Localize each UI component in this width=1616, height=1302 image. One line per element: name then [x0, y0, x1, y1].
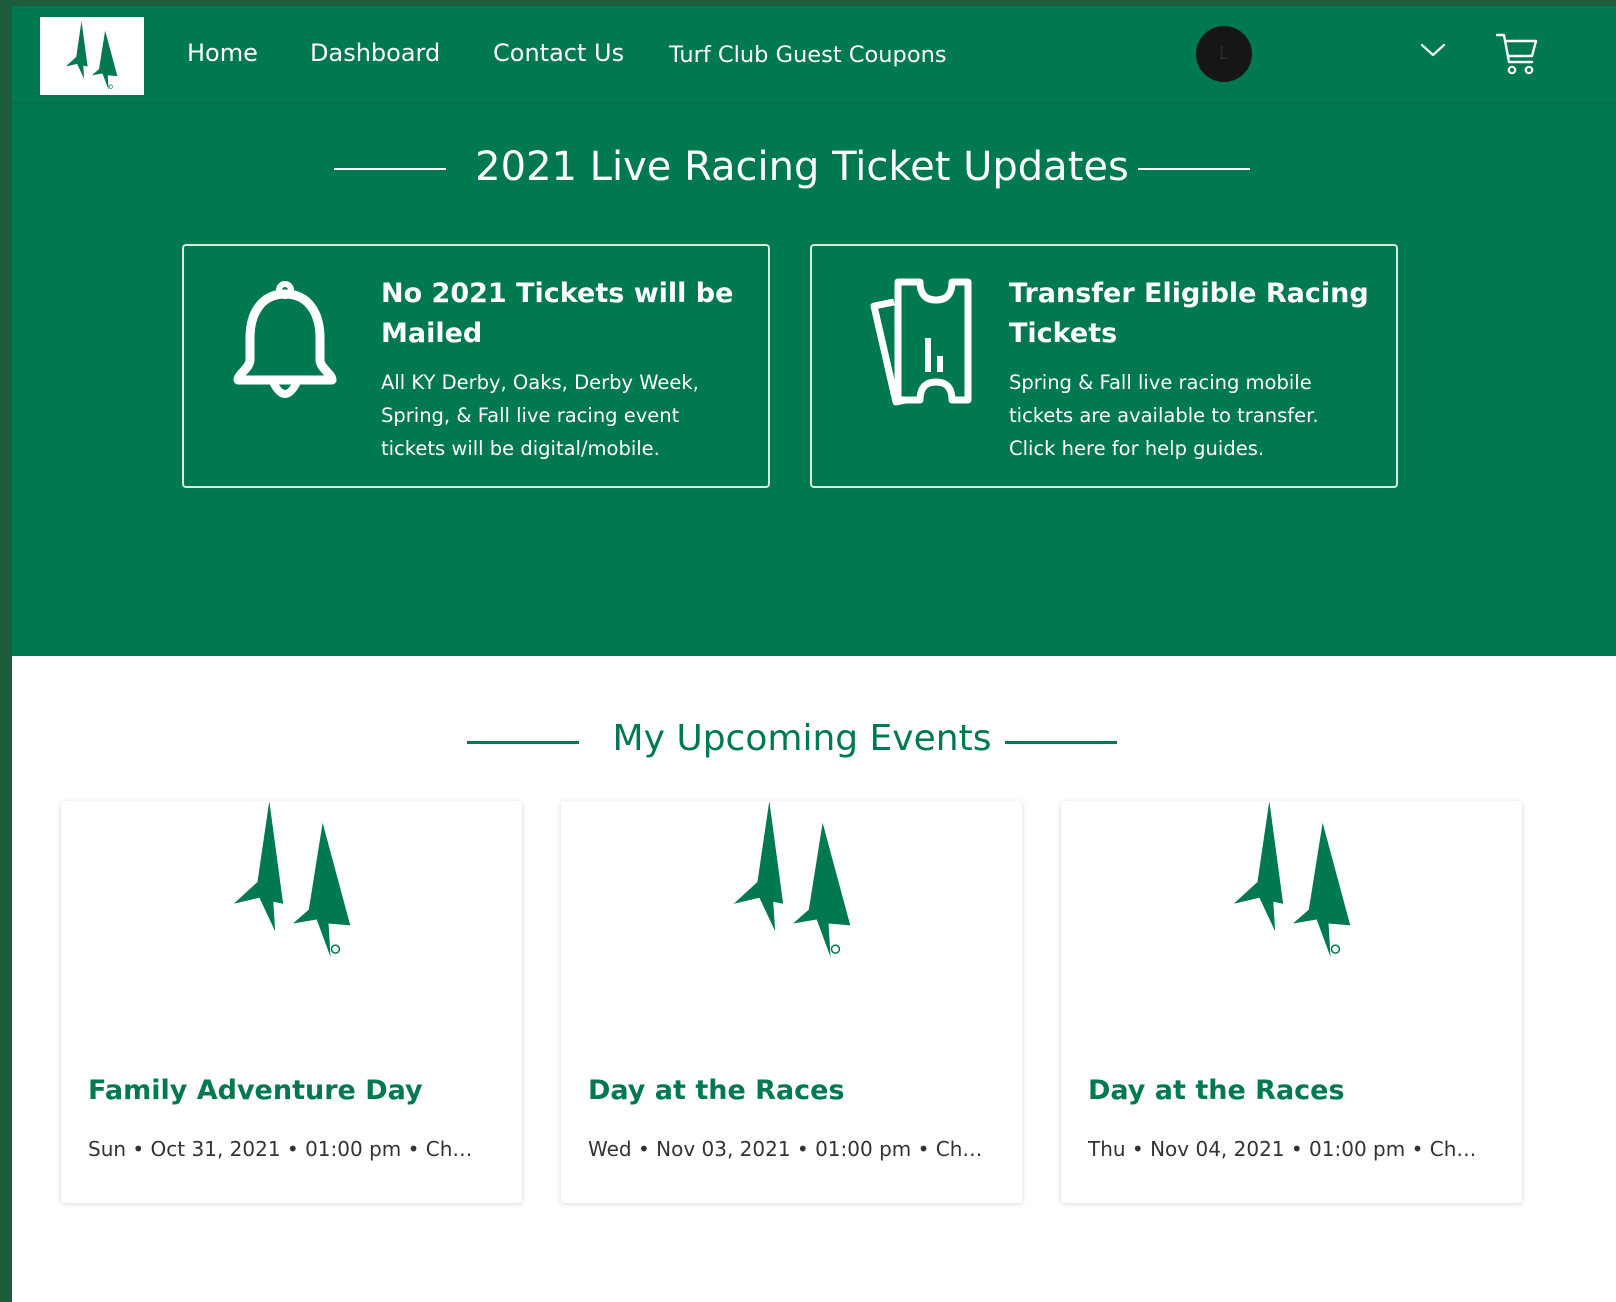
event-date-venue: Thu • Nov 04, 2021 • 01:00 pm • Churchil…: [1088, 1137, 1484, 1161]
cart-icon[interactable]: [1496, 32, 1538, 76]
event-title: Family Adventure Day: [88, 1075, 423, 1106]
no-mailed-tickets-card[interactable]: No 2021 Tickets will be Mailed All KY De…: [182, 244, 770, 488]
user-avatar[interactable]: L: [1196, 26, 1252, 82]
title-divider-right: [1138, 168, 1250, 170]
nav-turf-club-guest-coupons[interactable]: Turf Club Guest Coupons: [669, 40, 947, 70]
transfer-tickets-card[interactable]: Transfer Eligible Racing Tickets Spring …: [810, 244, 1398, 488]
nav-dashboard[interactable]: Dashboard: [310, 38, 440, 68]
chevron-down-icon[interactable]: [1420, 42, 1446, 58]
ticket-updates-section: 2021 Live Racing Ticket Updates No 2021 …: [12, 104, 1616, 656]
home-logo-link[interactable]: [40, 17, 144, 95]
ticket-updates-title: 2021 Live Racing Ticket Updates: [475, 144, 1129, 190]
ticket-icon: [870, 278, 972, 406]
twin-spires-logo: [65, 21, 118, 91]
nav-contact-us[interactable]: Contact Us: [493, 38, 624, 68]
event-card[interactable]: Day at the Races Thu • Nov 04, 2021 • 01…: [1061, 801, 1522, 1203]
bell-icon: [233, 281, 337, 398]
card-text: All KY Derby, Oaks, Derby Week, Spring, …: [381, 371, 699, 460]
top-navbar: Home Dashboard Contact Us Turf Club Gues…: [12, 6, 1616, 104]
twin-spires-logo: [233, 801, 351, 958]
nav-home[interactable]: Home: [187, 38, 258, 68]
twin-spires-logo: [1233, 801, 1351, 958]
card-title: Transfer Eligible Racing Tickets: [1009, 278, 1369, 349]
page: Home Dashboard Contact Us Turf Club Gues…: [12, 6, 1616, 1302]
event-title: Day at the Races: [588, 1075, 845, 1106]
event-date-venue: Sun • Oct 31, 2021 • 01:00 pm • Churchil…: [88, 1137, 484, 1161]
upcoming-divider-right: [1005, 741, 1117, 744]
upcoming-events-title: My Upcoming Events: [612, 718, 992, 759]
card-text: Spring & Fall live racing mobile tickets…: [1009, 371, 1319, 460]
twin-spires-logo: [733, 801, 851, 958]
event-card[interactable]: Family Adventure Day Sun • Oct 31, 2021 …: [61, 801, 522, 1203]
event-card[interactable]: Day at the Races Wed • Nov 03, 2021 • 01…: [561, 801, 1022, 1203]
card-title: No 2021 Tickets will be Mailed: [381, 278, 734, 349]
event-date-venue: Wed • Nov 03, 2021 • 01:00 pm • Churchil…: [588, 1137, 984, 1161]
event-title: Day at the Races: [1088, 1075, 1345, 1106]
